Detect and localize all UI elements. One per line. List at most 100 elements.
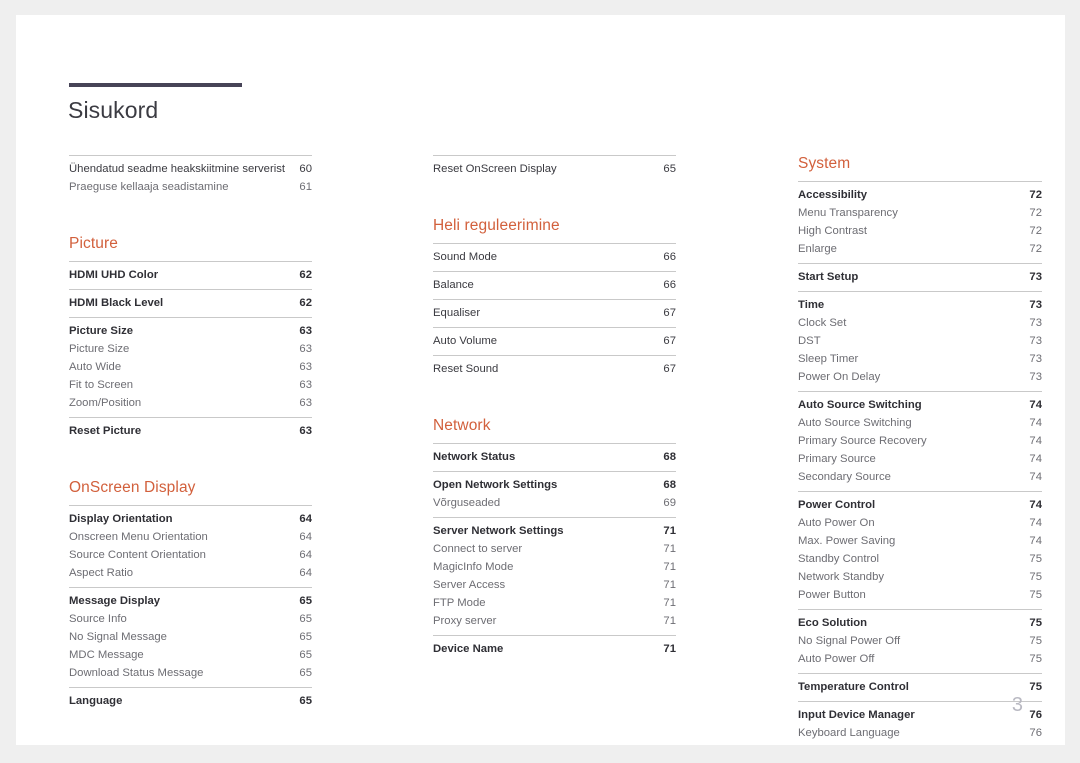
- toc-entry[interactable]: Max. Power Saving 74: [798, 532, 1042, 550]
- toc-entry[interactable]: Connect to server 71: [433, 540, 676, 558]
- toc-entry[interactable]: Onscreen Menu Orientation 64: [69, 528, 312, 546]
- toc-entry[interactable]: Reset Picture 63: [69, 422, 312, 440]
- toc-entry[interactable]: Auto Power On 74: [798, 514, 1042, 532]
- toc-entry[interactable]: Open Network Settings 68: [433, 476, 676, 494]
- toc-entry[interactable]: HDMI Black Level 62: [69, 294, 312, 312]
- toc-entry[interactable]: Source Content Orientation 64: [69, 546, 312, 564]
- toc-entry[interactable]: Auto Wide 63: [69, 358, 312, 376]
- toc-entry-label: Auto Source Switching: [798, 416, 912, 429]
- toc-entry-page: 75: [1029, 570, 1042, 583]
- toc-entry[interactable]: Secondary Source 74: [798, 468, 1042, 486]
- section-heading: Picture: [69, 235, 118, 252]
- toc-entry[interactable]: Proxy server 71: [433, 612, 676, 630]
- toc-entry-page: 65: [299, 666, 312, 679]
- toc-entry[interactable]: Auto Power Off 75: [798, 650, 1042, 668]
- toc-entry-label: No Signal Power Off: [798, 634, 901, 647]
- toc-entry[interactable]: Zoom/Position 63: [69, 394, 312, 412]
- toc-entry[interactable]: Display Orientation 64: [69, 510, 312, 528]
- toc-entry[interactable]: High Contrast 72: [798, 222, 1042, 240]
- toc-entry[interactable]: Source Info 65: [69, 610, 312, 628]
- toc-entry-label: Balance: [433, 278, 474, 291]
- title-rule: [69, 83, 242, 87]
- toc-entry-label: Server Access: [433, 578, 506, 591]
- toc-entry[interactable]: Language 65: [69, 692, 312, 710]
- toc-group: Ühendatud seadme heakskiitmine serverist…: [69, 155, 312, 201]
- toc-entry[interactable]: No Signal Power Off 75: [798, 632, 1042, 650]
- toc-entry[interactable]: Picture Size 63: [69, 322, 312, 340]
- toc-entry-label: Sound Mode: [433, 250, 498, 263]
- toc-entry[interactable]: Input Device Manager 76: [798, 706, 1042, 724]
- toc-entry[interactable]: Reset Sound 67: [433, 360, 676, 378]
- section-heading: System: [798, 155, 851, 172]
- toc-entry-page: 71: [663, 542, 676, 555]
- toc-entry[interactable]: Device Name 71: [433, 640, 676, 658]
- toc-entry-page: 63: [299, 378, 312, 391]
- toc-entry-page: 61: [299, 180, 312, 193]
- toc-entry[interactable]: MDC Message 65: [69, 646, 312, 664]
- toc-entry-label: Display Orientation: [69, 512, 173, 525]
- document-page: Sisukord Ühendatud seadme heakskiitmine …: [16, 15, 1065, 745]
- toc-entry-page: 75: [1029, 680, 1042, 693]
- toc-entry[interactable]: Praeguse kellaaja seadistamine 61: [69, 178, 312, 196]
- toc-entry[interactable]: Auto Source Switching 74: [798, 396, 1042, 414]
- toc-entry-page: 63: [299, 324, 312, 337]
- toc-entry-label: High Contrast: [798, 224, 868, 237]
- toc-group: Auto Source Switching 74 Auto Source Switc…: [798, 391, 1042, 491]
- toc-group: Server Network Settings 71 Connect to serv…: [433, 517, 676, 635]
- toc-entry[interactable]: Picture Size 63: [69, 340, 312, 358]
- toc-entry-label: MagicInfo Mode: [433, 560, 514, 573]
- toc-entry-label: Reset Picture: [69, 424, 142, 437]
- toc-entry[interactable]: Auto Source Switching 74: [798, 414, 1042, 432]
- toc-entry[interactable]: Reset OnScreen Display 65: [433, 160, 676, 178]
- toc-entry[interactable]: Fit to Screen 63: [69, 376, 312, 394]
- toc-entry[interactable]: Ühendatud seadme heakskiitmine serverist…: [69, 160, 312, 178]
- toc-entry-label: Network Status: [433, 450, 516, 463]
- toc-entry-page: 76: [1029, 708, 1042, 721]
- toc-entry[interactable]: Temperature Control 75: [798, 678, 1042, 696]
- toc-entry-label: Reset OnScreen Display: [433, 162, 557, 175]
- toc-entry[interactable]: Enlarge 72: [798, 240, 1042, 258]
- toc-entry[interactable]: Power Button 75: [798, 586, 1042, 604]
- toc-entry[interactable]: Auto Volume 67: [433, 332, 676, 350]
- toc-entry[interactable]: Standby Control 75: [798, 550, 1042, 568]
- toc-entry[interactable]: Balance 66: [433, 276, 676, 294]
- toc-entry[interactable]: Server Network Settings 71: [433, 522, 676, 540]
- toc-entry[interactable]: Download Status Message 65: [69, 664, 312, 682]
- toc-group: Reset OnScreen Display 65: [433, 155, 676, 183]
- toc-entry[interactable]: FTP Mode 71: [433, 594, 676, 612]
- toc-entry[interactable]: Clock Set 73: [798, 314, 1042, 332]
- toc-group: Display Orientation 64 Onscreen Menu Orien…: [69, 505, 312, 587]
- toc-entry-label: Onscreen Menu Orientation: [69, 530, 208, 543]
- toc-entry[interactable]: HDMI UHD Color 62: [69, 266, 312, 284]
- toc-entry[interactable]: Keyboard Language 76: [798, 724, 1042, 742]
- toc-entry[interactable]: Menu Transparency 72: [798, 204, 1042, 222]
- toc-entry[interactable]: Equaliser 67: [433, 304, 676, 322]
- toc-entry[interactable]: Primary Source 74: [798, 450, 1042, 468]
- toc-entry[interactable]: Network Status 68: [433, 448, 676, 466]
- toc-entry[interactable]: Time 73: [798, 296, 1042, 314]
- toc-entry-page: 65: [299, 694, 312, 707]
- toc-entry[interactable]: Server Access 71: [433, 576, 676, 594]
- toc-entry[interactable]: Aspect Ratio 64: [69, 564, 312, 582]
- toc-group: Accessibility 72 Menu Transparency 72 High C…: [798, 181, 1042, 263]
- toc-entry[interactable]: DST 73: [798, 332, 1042, 350]
- toc-entry-label: Download Status Message: [69, 666, 204, 679]
- toc-entry-label: Picture Size: [69, 324, 134, 337]
- toc-entry[interactable]: Sleep Timer 73: [798, 350, 1042, 368]
- toc-entry[interactable]: Message Display 65: [69, 592, 312, 610]
- toc-entry[interactable]: MagicInfo Mode 71: [433, 558, 676, 576]
- toc-entry[interactable]: Võrguseaded 69: [433, 494, 676, 512]
- toc-entry[interactable]: Eco Solution 75: [798, 614, 1042, 632]
- toc-entry[interactable]: Power On Delay 73: [798, 368, 1042, 386]
- toc-entry[interactable]: Primary Source Recovery 74: [798, 432, 1042, 450]
- toc-entry[interactable]: Start Setup 73: [798, 268, 1042, 286]
- toc-entry-label: Zoom/Position: [69, 396, 142, 409]
- toc-group: Message Display 65 Source Info 65 No Signal …: [69, 587, 312, 687]
- toc-entry[interactable]: Network Standby 75: [798, 568, 1042, 586]
- toc-entry[interactable]: Sound Mode 66: [433, 248, 676, 266]
- toc-group: HDMI UHD Color 62: [69, 261, 312, 289]
- toc-entry[interactable]: Power Control 74: [798, 496, 1042, 514]
- toc-entry[interactable]: No Signal Message 65: [69, 628, 312, 646]
- toc-entry[interactable]: Accessibility 72: [798, 186, 1042, 204]
- toc-entry-label: Auto Wide: [69, 360, 122, 373]
